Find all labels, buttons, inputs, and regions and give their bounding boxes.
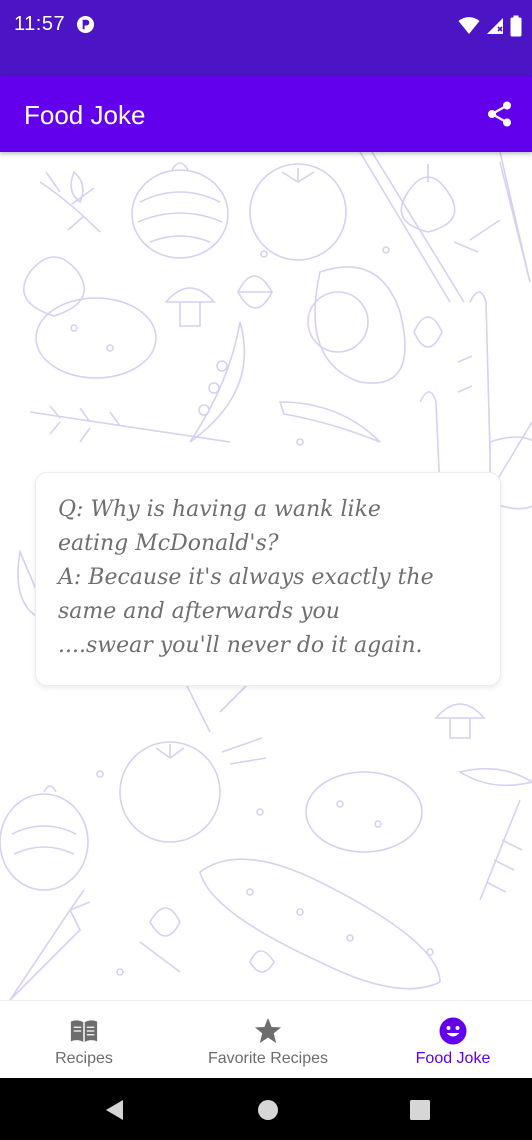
back-icon [106, 1100, 123, 1120]
nav-label-food-joke: Food Joke [415, 1050, 491, 1067]
nav-label-favorite-recipes: Favorite Recipes [207, 1050, 329, 1067]
nav-label-recipes: Recipes [55, 1050, 113, 1067]
nav-item-food-joke[interactable]: Food Joke [398, 1001, 508, 1079]
app-bar: Food Joke [0, 76, 532, 152]
nav-item-recipes[interactable]: Recipes [34, 1001, 134, 1079]
joke-screen[interactable]: Q: Why is having a wank like eating McDo… [0, 152, 532, 1000]
status-bar: 11:57 [0, 0, 532, 76]
recents-button[interactable] [408, 1098, 432, 1122]
nav-item-favorite-recipes[interactable]: Favorite Recipes [188, 1001, 348, 1079]
joke-text: Q: Why is having a wank like eating McDo… [58, 497, 434, 658]
page-title: Food Joke [24, 100, 146, 130]
share-icon [488, 101, 511, 127]
recents-icon [410, 1100, 430, 1120]
home-button[interactable] [256, 1098, 280, 1122]
status-time: 11:57 [14, 13, 66, 35]
system-navigation-bar [0, 1078, 532, 1140]
back-button[interactable] [102, 1098, 126, 1122]
wifi-icon [458, 17, 480, 34]
signal-icon [487, 18, 503, 34]
star-icon [253, 1016, 283, 1046]
joke-card: Q: Why is having a wank like eating McDo… [35, 472, 501, 686]
share-button[interactable] [484, 98, 516, 130]
app-notification-icon [76, 15, 95, 34]
status-icons [458, 13, 522, 39]
book-icon [69, 1016, 99, 1046]
bottom-navigation: Recipes Favorite Recipes Food Joke [0, 1000, 532, 1079]
home-icon [258, 1100, 278, 1120]
battery-icon [510, 15, 522, 37]
smiley-icon [438, 1016, 468, 1046]
